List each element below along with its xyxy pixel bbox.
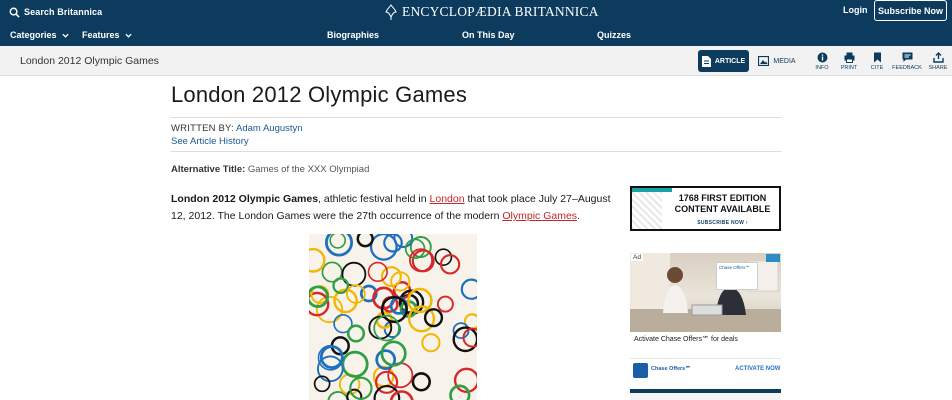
ad-inner-card: Chase Offers℠	[716, 262, 758, 290]
ring-shape	[346, 324, 366, 343]
media-tab-label: MEDIA	[773, 57, 796, 65]
share-icon	[932, 52, 944, 63]
subscribe-banner-ad[interactable]: 1768 FIRST EDITION CONTENT AVAILABLE SUB…	[630, 186, 781, 231]
article-tab[interactable]: ARTICLE	[698, 50, 749, 72]
chevron-down-icon	[61, 33, 69, 38]
document-icon	[701, 55, 711, 67]
tool-print[interactable]: PRINT	[835, 52, 863, 71]
feedback-icon	[902, 52, 912, 62]
ad-headline-line-2: CONTENT AVAILABLE	[674, 204, 771, 214]
ring-shape	[369, 234, 398, 261]
ring-shape	[411, 372, 432, 392]
ring-shape	[436, 295, 454, 313]
tool-share[interactable]: SHARE	[924, 52, 952, 71]
inner-card-title: Chase Offers℠	[719, 265, 751, 270]
ad-label: Ad	[631, 254, 643, 261]
image-icon	[758, 56, 770, 66]
search-icon	[9, 7, 20, 18]
ring-shape	[341, 350, 369, 378]
rings-artwork	[309, 234, 477, 400]
chase-logo-icon	[633, 363, 648, 378]
main-nav: Categories Features Biographies On This …	[0, 24, 952, 46]
intro-paragraph: London 2012 Olympic Games, athletic fest…	[171, 191, 611, 225]
chase-ad[interactable]: Ad Chase Offers℠ Activate Chase Offers℠ …	[630, 253, 781, 381]
sidebar-ad-3[interactable]	[630, 389, 781, 400]
ad-photo: Ad Chase Offers℠	[630, 253, 781, 332]
ad-brand: Chase Offers℠	[651, 366, 691, 372]
tool-print-label: PRINT	[840, 65, 858, 71]
info-icon	[817, 52, 827, 63]
ring-shape	[356, 234, 374, 248]
article-history-link[interactable]: See Article History	[171, 136, 249, 147]
tool-info-label: INFO	[815, 65, 829, 71]
intro-text: .	[577, 210, 580, 222]
ring-shape	[421, 333, 441, 353]
divider	[171, 151, 781, 152]
activate-now-button[interactable]: ACTIVATE NOW	[735, 366, 780, 372]
alt-title-value: Games of the XXX Olympiad	[247, 164, 370, 175]
nav-categories-label: Categories	[10, 30, 57, 40]
search-button[interactable]: Search Britannica	[9, 4, 102, 20]
divider	[171, 117, 781, 118]
map-illustration	[632, 192, 662, 229]
tool-feedback[interactable]: FEEDBACK	[892, 52, 922, 71]
subscribe-button[interactable]: Subscribe Now	[874, 0, 947, 21]
chevron-down-icon	[124, 33, 132, 38]
media-tab[interactable]: MEDIA	[756, 50, 798, 72]
nav-categories[interactable]: Categories	[10, 30, 69, 40]
ad-footer: Chase Offers℠ ACTIVATE NOW	[630, 358, 781, 378]
nav-features[interactable]: Features	[82, 30, 132, 40]
ring-shape	[439, 254, 461, 275]
nav-features-label: Features	[82, 30, 120, 40]
london-link[interactable]: London	[430, 193, 465, 205]
search-label: Search Britannica	[24, 7, 103, 17]
byline-label: WRITTEN BY:	[171, 123, 234, 134]
nav-on-this-day[interactable]: On This Day	[462, 30, 515, 40]
tool-feedback-label: FEEDBACK	[892, 65, 922, 71]
ring-shape	[329, 234, 346, 249]
thistle-icon	[385, 4, 397, 20]
top-bar: Search Britannica ENCYCLOPÆDIA BRITANNIC…	[0, 0, 952, 24]
toolbar-page-name: London 2012 Olympic Games	[20, 55, 159, 67]
tool-cite[interactable]: CITE	[863, 52, 891, 71]
tool-info[interactable]: INFO	[808, 52, 836, 71]
tool-share-label: SHARE	[928, 65, 948, 71]
ring-shape	[389, 390, 414, 400]
alt-title-label: Alternative Title:	[171, 164, 246, 175]
ad-subscribe-cta[interactable]: SUBSCRIBE NOW ›	[664, 220, 779, 226]
olympic-games-link[interactable]: Olympic Games	[502, 210, 577, 222]
ring-shape	[460, 278, 477, 300]
ad-text: Activate Chase Offers℠ for deals	[634, 336, 738, 343]
people-illustration	[630, 253, 781, 332]
alternative-title: Alternative Title: Games of the XXX Olym…	[171, 164, 369, 175]
adchoices-icon[interactable]	[766, 254, 780, 262]
page-title: London 2012 Olympic Games	[171, 82, 468, 107]
bookmark-icon	[873, 52, 881, 63]
nav-quizzes[interactable]: Quizzes	[597, 30, 631, 40]
article-tab-label: ARTICLE	[714, 57, 746, 65]
login-link[interactable]: Login	[843, 5, 868, 15]
printer-icon	[844, 52, 854, 63]
intro-text: , athletic festival held in	[318, 193, 430, 205]
ad-headline-line-1: 1768 FIRST EDITION	[678, 193, 767, 203]
britannica-logo[interactable]: ENCYCLOPÆDIA BRITANNICA	[383, 2, 599, 22]
ad-headline: 1768 FIRST EDITION CONTENT AVAILABLE	[664, 193, 779, 215]
intro-bold: London 2012 Olympic Games	[171, 193, 319, 205]
logo-text: ENCYCLOPÆDIA BRITANNICA	[402, 4, 599, 19]
tool-cite-label: CITE	[870, 65, 884, 71]
article-toolbar: London 2012 Olympic Games ARTICLE MEDIA …	[0, 46, 952, 76]
author-link[interactable]: Adam Augustyn	[236, 123, 303, 134]
olympic-rings-poster-image[interactable]	[309, 234, 477, 400]
ring-shape	[309, 247, 326, 273]
byline: WRITTEN BY: Adam Augustyn	[171, 123, 303, 134]
nav-biographies[interactable]: Biographies	[327, 30, 379, 40]
